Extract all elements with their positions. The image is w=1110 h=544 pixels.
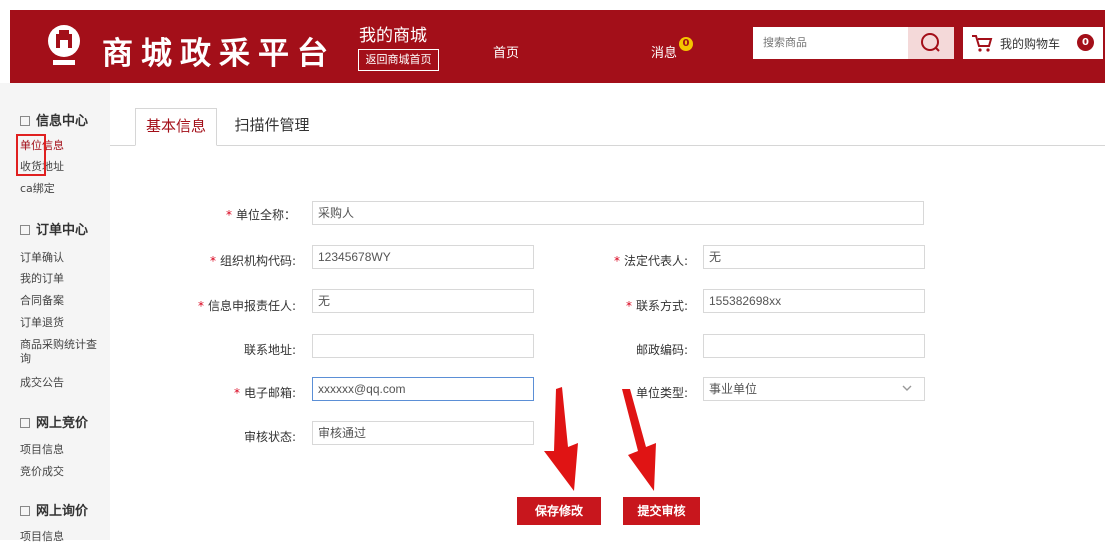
sidebar-item-purchase-stats-cont[interactable]: 询 <box>20 350 31 366</box>
annotation-highlight-box <box>16 134 46 176</box>
tab-basic-info[interactable]: 基本信息 <box>135 108 217 146</box>
audit-status-label: 审核状态: <box>243 430 296 444</box>
section-box-icon <box>20 418 30 428</box>
cart-button[interactable]: 我的购物车 0 <box>963 27 1103 59</box>
sidebar-item-order-confirm[interactable]: 订单确认 <box>20 249 64 265</box>
sidebar-section-orders[interactable]: 订单中心 <box>20 219 88 238</box>
contact-label: * 联系方式: <box>625 299 688 313</box>
nav-home-link[interactable]: 首页 <box>493 42 519 61</box>
mall-title: 我的商城 <box>359 26 427 46</box>
sidebar-section-bidding[interactable]: 网上竞价 <box>20 412 88 431</box>
sidebar-section-inquiry[interactable]: 网上询价 <box>20 500 88 519</box>
annotation-arrow-icon <box>622 389 656 491</box>
address-label: 联系地址: <box>243 343 296 357</box>
chevron-down-icon <box>902 385 912 391</box>
legal-rep-field[interactable]: 无 <box>703 245 925 269</box>
save-changes-button[interactable]: 保存修改 <box>517 497 601 525</box>
email-field[interactable]: xxxxxx@qq.com <box>312 377 534 401</box>
sidebar-item-contract-filing[interactable]: 合同备案 <box>20 292 64 308</box>
org-code-field[interactable]: 12345678WY <box>312 245 534 269</box>
cart-count-badge: 0 <box>1077 34 1094 51</box>
email-label: * 电子邮箱: <box>233 386 296 400</box>
sidebar-item-bid-deals[interactable]: 竞价成交 <box>20 463 64 479</box>
postcode-label: 邮政编码: <box>635 343 688 357</box>
sidebar-section-info[interactable]: 信息中心 <box>20 110 88 129</box>
sidebar-item-ca-binding[interactable]: ca绑定 <box>20 180 55 196</box>
unit-type-select[interactable]: 事业单位 <box>703 377 925 401</box>
cart-icon <box>972 35 993 52</box>
postcode-field[interactable] <box>703 334 925 358</box>
tab-scan-management[interactable]: 扫描件管理 <box>227 108 317 146</box>
messages-count-badge: 0 <box>679 37 693 51</box>
logo-emblem-icon <box>48 25 80 65</box>
search-input[interactable] <box>753 27 908 59</box>
contact-field[interactable]: 155382698xx <box>703 289 925 313</box>
reporter-label: * 信息申报责任人: <box>197 299 296 313</box>
legal-rep-label: * 法定代表人: <box>613 254 688 268</box>
sidebar-item-my-orders[interactable]: 我的订单 <box>20 270 64 286</box>
address-field[interactable] <box>312 334 534 358</box>
sidebar-item-order-return[interactable]: 订单退货 <box>20 314 64 330</box>
unit-name-field[interactable]: 采购人 <box>312 201 924 225</box>
section-box-icon <box>20 506 30 516</box>
submit-review-button[interactable]: 提交审核 <box>623 497 700 525</box>
org-code-label: * 组织机构代码: <box>209 254 296 268</box>
cart-label: 我的购物车 <box>1000 37 1061 51</box>
sidebar-item-purchase-stats[interactable]: 商品采购统计查 <box>20 336 97 352</box>
search-icon <box>921 33 940 52</box>
sidebar-item-inquiry-projects[interactable]: 项目信息 <box>20 528 64 544</box>
back-to-mall-home-button[interactable]: 返回商城首页 <box>358 49 439 71</box>
reporter-field[interactable]: 无 <box>312 289 534 313</box>
annotation-arrow-icon <box>544 387 578 491</box>
audit-status-field: 审核通过 <box>312 421 534 445</box>
sidebar-item-bid-projects[interactable]: 项目信息 <box>20 441 64 457</box>
nav-messages-link[interactable]: 消息 <box>651 42 677 61</box>
search-button[interactable] <box>908 27 954 59</box>
logo-text[interactable]: 商城政采平台 <box>102 28 336 73</box>
sidebar-item-deal-announcement[interactable]: 成交公告 <box>20 374 64 390</box>
unit-name-label: * 单位全称： <box>225 208 296 222</box>
section-box-icon <box>20 225 30 235</box>
section-box-icon <box>20 116 30 126</box>
